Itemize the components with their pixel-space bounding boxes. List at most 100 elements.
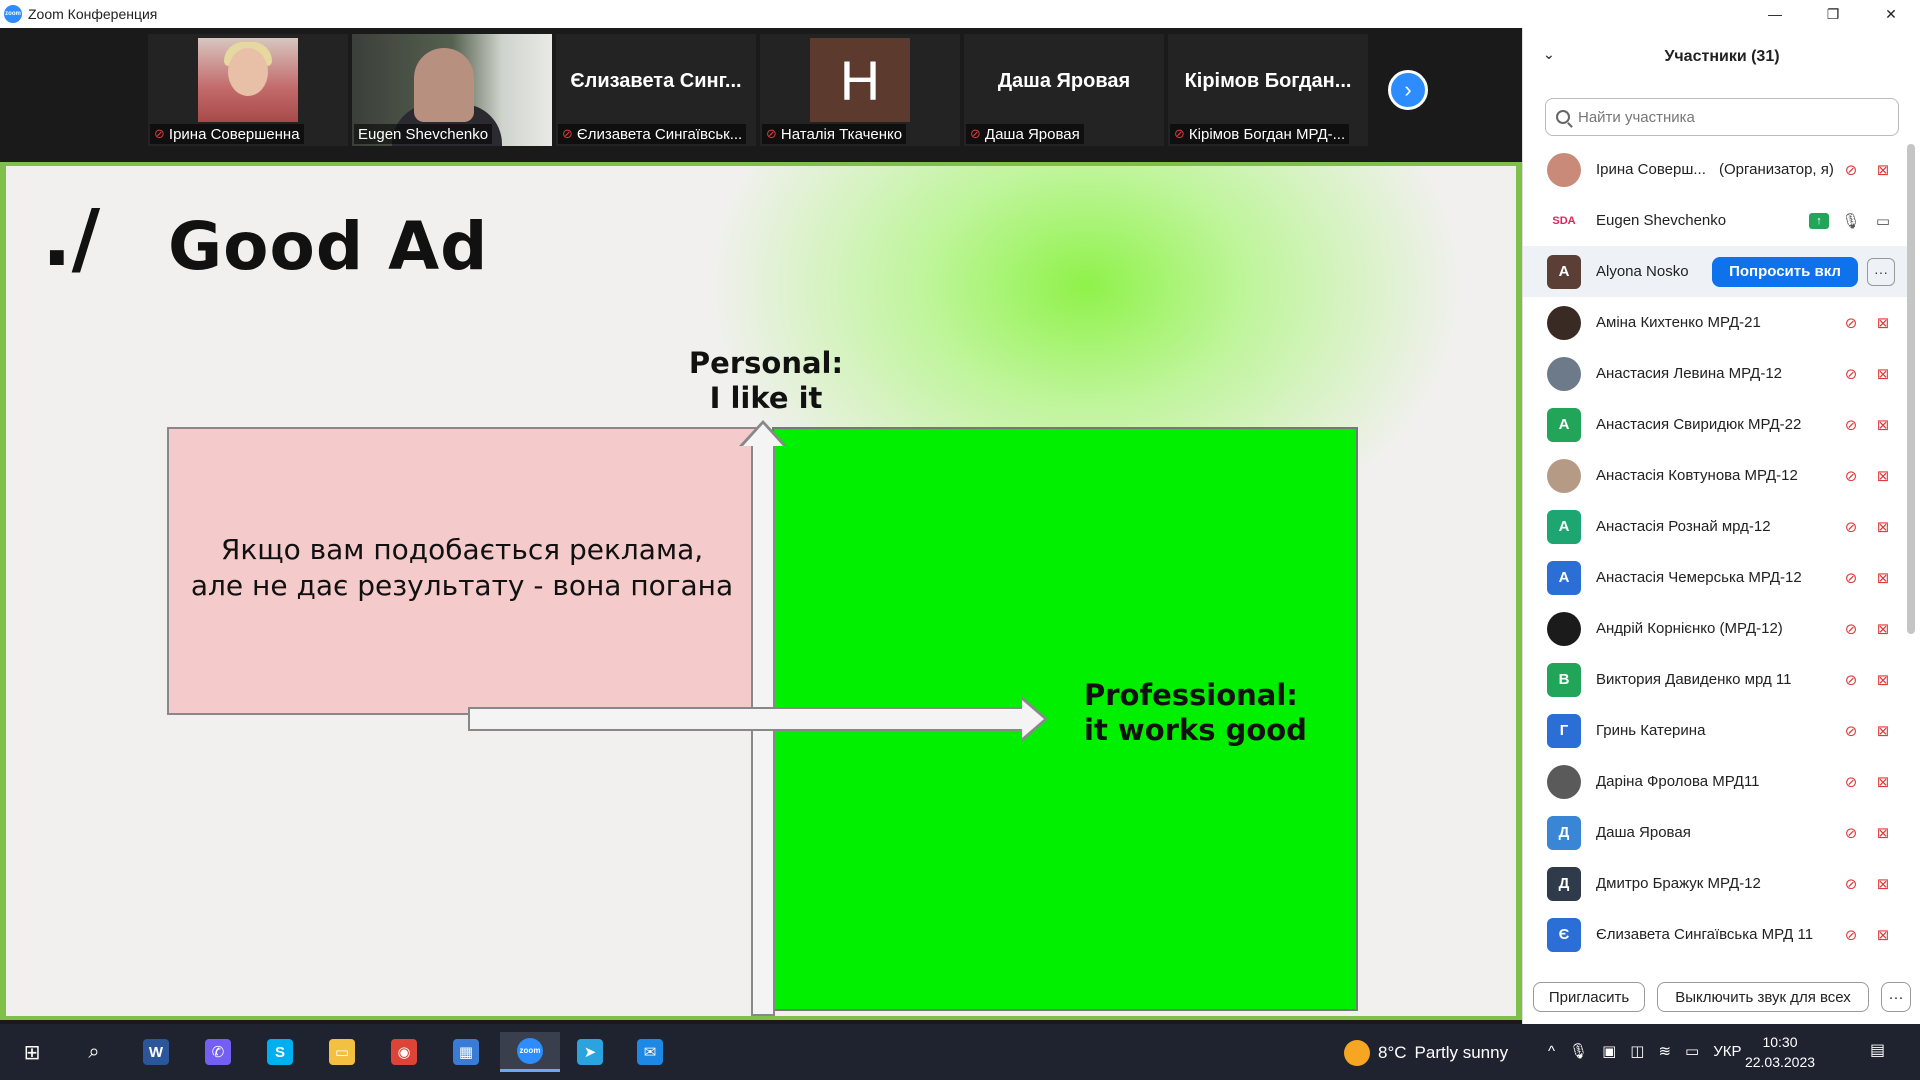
video-off-icon[interactable]: ⊠ [1871,159,1895,181]
taskbar-file-explorer-button[interactable]: ▭ [320,1032,364,1072]
participant-more-button[interactable]: ··· [1867,257,1895,286]
taskbar-ms-store-button[interactable]: ▦ [444,1032,488,1072]
mic-muted-icon[interactable]: ⊘ [1841,414,1861,436]
taskbar-chrome-button[interactable]: ◉ [382,1032,426,1072]
participant-avatar: A [1547,407,1581,442]
word-icon: W [143,1039,169,1065]
wifi-icon[interactable]: ≋ [1658,1042,1671,1060]
video-thumbnail[interactable]: H ⊘ Наталія Ткаченко [760,34,960,146]
video-off-icon[interactable]: ⊠ [1871,465,1895,487]
weather-widget[interactable]: 8°C Partly sunny [1344,1040,1508,1066]
taskbar-word-button[interactable]: W [134,1032,178,1072]
video-off-icon[interactable]: ⊠ [1871,618,1895,640]
participant-row[interactable]: Анастасия Левина МРД-12 ⊘ ⊠ [1523,348,1913,399]
video-off-icon[interactable]: ⊠ [1871,669,1895,691]
video-off-icon[interactable]: ⊠ [1871,720,1895,742]
mic-muted-icon[interactable]: ⊘ [1841,159,1861,181]
video-off-icon[interactable]: ⊠ [1871,516,1895,538]
participant-row[interactable]: Анастасія Ковтунова МРД-12 ⊘ ⊠ [1523,450,1913,501]
video-thumbnail[interactable]: Даша Яровая ⊘ Даша Яровая [964,34,1164,146]
mic-muted-icon[interactable]: ⊘ [1841,363,1861,385]
thumbnail-name: Кірімов Богдан МРД-... [1188,125,1346,143]
participant-search-input[interactable] [1578,108,1878,126]
participant-row[interactable]: Д Дмитро Бражук МРД-12 ⊘ ⊠ [1523,858,1913,909]
screen-share-icon: ↑ [1809,212,1829,229]
invite-button[interactable]: Пригласить [1533,982,1645,1012]
video-thumbnail[interactable]: Кірімов Богдан... ⊘ Кірімов Богдан МРД-..… [1168,34,1368,146]
mic-muted-icon[interactable]: ⊘ [1841,873,1861,895]
pink-text-line1: Якщо вам подобається реклама, [220,533,704,566]
video-thumbnail[interactable]: ⊘ Ірина Совершенна [148,34,348,146]
taskbar-clock[interactable]: 10:30 22.03.2023 [1740,1032,1820,1072]
ask-to-unmute-button[interactable]: Попросить вкл [1712,256,1858,287]
participants-scrollbar[interactable] [1907,144,1915,634]
taskbar-telegram-button[interactable]: ➤ [568,1032,612,1072]
mic-muted-icon: ⊘ [970,126,981,141]
participant-row[interactable]: A Анастасія Рознай мрд-12 ⊘ ⊠ [1523,501,1913,552]
participant-row[interactable]: Г Гринь Катерина ⊘ ⊠ [1523,705,1913,756]
participant-row[interactable]: Є Єлизавета Сингаївська МРД 11 ⊘ ⊠ [1523,909,1913,960]
microphone-icon[interactable]: 🎙 [1569,1042,1588,1060]
participant-row[interactable]: Андрій Корнієнко (МРД-12) ⊘ ⊠ [1523,603,1913,654]
mic-muted-icon[interactable]: ⊘ [1841,924,1861,946]
chevron-down-icon[interactable]: ⌄ [1543,46,1555,63]
minimize-button[interactable]: — [1746,0,1804,28]
taskbar-viber-button[interactable]: ✆ [196,1032,240,1072]
taskbar-zoom-button[interactable]: zoom [500,1032,560,1072]
notification-icon[interactable]: ▤ [1870,1040,1892,1062]
participant-row[interactable]: A Анастасія Чемерська МРД-12 ⊘ ⊠ [1523,552,1913,603]
video-off-icon[interactable]: ⊠ [1871,414,1895,436]
language-indicator[interactable]: УКР [1713,1043,1741,1060]
slide-logo-mark: ./ [42,194,101,284]
mic-muted-icon[interactable]: ⊘ [1841,465,1861,487]
mic-muted-icon[interactable]: ⊘ [1841,822,1861,844]
participant-row[interactable]: Ірина Соверш... (Организатор, я) ⊘ ⊠ [1523,144,1913,195]
mic-muted-icon[interactable]: ⊘ [1841,669,1861,691]
mic-muted-icon[interactable]: ⊘ [1841,567,1861,589]
video-thumbnail[interactable]: Єлизавета Синг... ⊘ Єлизавета Сингаївськ.… [556,34,756,146]
participant-row[interactable]: A Анастасия Свиридюк МРД-22 ⊘ ⊠ [1523,399,1913,450]
tray-chevron-icon[interactable]: ^ [1548,1043,1555,1060]
microphone-icon[interactable]: 🎙 [1841,210,1861,232]
next-page-button[interactable]: › [1388,70,1428,110]
mic-muted-icon[interactable]: ⊘ [1841,516,1861,538]
restore-button[interactable]: ❐ [1804,0,1862,28]
mic-muted-icon: ⊘ [562,126,573,141]
camera-icon[interactable]: ◫ [1630,1042,1644,1060]
participant-row[interactable]: Д Даша Яровая ⊘ ⊠ [1523,807,1913,858]
participant-name: Єлизавета Сингаївська МРД 11 [1596,926,1814,943]
video-off-icon[interactable]: ⊠ [1871,363,1895,385]
participant-row[interactable]: Даріна Фролова МРД11 ⊘ ⊠ [1523,756,1913,807]
mic-muted-icon[interactable]: ⊘ [1841,312,1861,334]
participant-search [1545,98,1899,136]
taskbar-windows-start-button[interactable]: ⊞ [10,1032,54,1072]
video-off-icon[interactable]: ⊠ [1871,312,1895,334]
participant-avatar: Є [1547,917,1581,952]
participant-row[interactable]: В Виктория Давиденко мрд 11 ⊘ ⊠ [1523,654,1913,705]
participant-name: Анастасія Рознай мрд-12 [1596,518,1771,535]
participant-row[interactable]: Аміна Кихтенко МРД-21 ⊘ ⊠ [1523,297,1913,348]
video-off-icon[interactable]: ⊠ [1871,873,1895,895]
video-off-icon[interactable]: ⊠ [1871,924,1895,946]
video-off-icon[interactable]: ⊠ [1871,771,1895,793]
video-off-icon[interactable]: ⊠ [1871,567,1895,589]
video-thumbnail-active[interactable]: Eugen Shevchenko [352,34,552,146]
mute-all-button[interactable]: Выключить звук для всех [1657,982,1869,1012]
participant-row[interactable]: A Alyona Nosko Попросить вкл ··· [1523,246,1913,297]
pink-text-line2: але не дає результату - вона погана [190,569,734,602]
battery-icon[interactable]: ▭ [1685,1042,1699,1060]
mail-icon: ✉ [637,1039,663,1065]
taskbar-search-button[interactable]: ⌕ [72,1032,116,1072]
mic-muted-icon[interactable]: ⊘ [1841,771,1861,793]
close-button[interactable]: ✕ [1862,0,1920,28]
mic-muted-icon[interactable]: ⊘ [1841,720,1861,742]
display-icon[interactable]: ▣ [1602,1042,1616,1060]
video-camera-icon[interactable]: ▭ [1871,210,1895,232]
video-off-icon[interactable]: ⊠ [1871,822,1895,844]
taskbar-mail-button[interactable]: ✉ [628,1032,672,1072]
partly-sunny-icon [1344,1040,1370,1066]
more-options-button[interactable]: ··· [1881,982,1911,1012]
participant-row[interactable]: SDA Eugen Shevchenko ↑ 🎙 ▭ [1523,195,1913,246]
taskbar-skype-button[interactable]: S [258,1032,302,1072]
mic-muted-icon[interactable]: ⊘ [1841,618,1861,640]
